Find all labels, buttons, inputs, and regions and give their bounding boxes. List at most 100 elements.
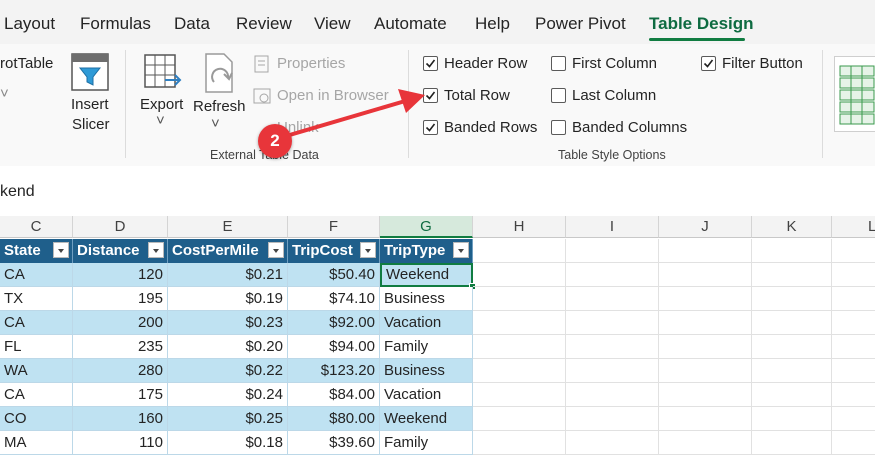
table-styles-gallery[interactable] [834, 56, 875, 132]
grid-cell[interactable] [566, 407, 659, 431]
grid-cell[interactable] [473, 359, 566, 383]
table-cell[interactable]: $0.25 [168, 407, 288, 431]
column-header-k[interactable]: K [752, 216, 832, 238]
column-header-l[interactable]: L [832, 216, 875, 238]
grid-cell[interactable] [832, 407, 875, 431]
table-cell[interactable]: $84.00 [288, 383, 380, 407]
banded-columns-label[interactable]: Banded Columns [572, 119, 687, 136]
table-cell[interactable]: Family [380, 431, 473, 455]
table-cell[interactable]: 195 [73, 287, 168, 311]
grid-cell[interactable] [752, 311, 832, 335]
grid-cell[interactable] [659, 311, 752, 335]
table-header-costpermile[interactable]: CostPerMile [168, 239, 288, 263]
table-cell[interactable]: 235 [73, 335, 168, 359]
table-cell[interactable]: Weekend [380, 407, 473, 431]
grid-cell[interactable] [473, 311, 566, 335]
tab-view[interactable]: View [314, 14, 351, 34]
grid-cell[interactable] [659, 239, 752, 263]
table-cell[interactable]: $0.19 [168, 287, 288, 311]
column-header-i[interactable]: I [566, 216, 659, 238]
filter-button-label[interactable]: Filter Button [722, 55, 803, 72]
grid-cell[interactable] [832, 335, 875, 359]
table-cell[interactable]: 200 [73, 311, 168, 335]
grid-cell[interactable] [566, 287, 659, 311]
table-cell[interactable]: $0.20 [168, 335, 288, 359]
tab-data[interactable]: Data [174, 14, 210, 34]
column-header-d[interactable]: D [73, 216, 168, 238]
table-cell[interactable]: Business [380, 287, 473, 311]
table-cell[interactable]: TX [0, 287, 73, 311]
tab-help[interactable]: Help [475, 14, 510, 34]
header-row-label[interactable]: Header Row [444, 55, 527, 72]
grid-cell[interactable] [566, 431, 659, 455]
table-cell[interactable]: FL [0, 335, 73, 359]
refresh-label[interactable]: Refresh [193, 98, 246, 115]
table-cell[interactable]: 120 [73, 263, 168, 287]
grid-cell[interactable] [473, 287, 566, 311]
first-column-checkbox[interactable] [551, 56, 566, 71]
grid-cell[interactable] [832, 263, 875, 287]
grid-cell[interactable] [752, 335, 832, 359]
grid-cell[interactable] [659, 335, 752, 359]
grid-cell[interactable] [473, 407, 566, 431]
column-header-h[interactable]: H [473, 216, 566, 238]
grid-cell[interactable] [473, 239, 566, 263]
refresh-chevron-icon[interactable]: ˅ [211, 115, 220, 132]
grid-cell[interactable] [659, 383, 752, 407]
column-header-g[interactable]: G [380, 216, 473, 238]
grid-cell[interactable] [566, 359, 659, 383]
formula-bar-value[interactable]: kend [0, 183, 35, 201]
table-cell[interactable]: CO [0, 407, 73, 431]
table-cell[interactable]: 110 [73, 431, 168, 455]
grid-cell[interactable] [566, 335, 659, 359]
table-header-tripcost[interactable]: TripCost [288, 239, 380, 263]
filter-dropdown-icon[interactable] [53, 242, 69, 258]
table-cell[interactable]: $94.00 [288, 335, 380, 359]
filter-dropdown-icon[interactable] [268, 242, 284, 258]
export-label[interactable]: Export [140, 96, 183, 113]
table-header-distance[interactable]: Distance [73, 239, 168, 263]
banded-rows-label[interactable]: Banded Rows [444, 119, 537, 136]
filter-dropdown-icon[interactable] [453, 242, 469, 258]
grid-cell[interactable] [566, 239, 659, 263]
tab-power-pivot[interactable]: Power Pivot [535, 14, 626, 34]
filter-button-checkbox[interactable] [701, 56, 716, 71]
tab-table-design[interactable]: Table Design [649, 14, 754, 34]
table-cell[interactable]: $0.23 [168, 311, 288, 335]
column-header-c[interactable]: C [0, 216, 73, 238]
grid-cell[interactable] [832, 239, 875, 263]
export-icon[interactable] [143, 52, 183, 92]
grid-cell[interactable] [473, 383, 566, 407]
tab-layout[interactable]: Layout [4, 14, 55, 34]
grid-cell[interactable] [752, 263, 832, 287]
tab-formulas[interactable]: Formulas [80, 14, 151, 34]
last-column-label[interactable]: Last Column [572, 87, 656, 104]
grid-cell[interactable] [659, 287, 752, 311]
grid-cell[interactable] [566, 311, 659, 335]
table-cell[interactable]: $0.24 [168, 383, 288, 407]
column-header-f[interactable]: F [288, 216, 380, 238]
formula-bar[interactable]: kend [0, 166, 875, 217]
filter-dropdown-icon[interactable] [148, 242, 164, 258]
grid-cell[interactable] [473, 335, 566, 359]
table-cell[interactable]: CA [0, 311, 73, 335]
insert-slicer-label-1[interactable]: Insert [71, 96, 109, 113]
grid-cell[interactable] [752, 359, 832, 383]
grid-cell[interactable] [832, 311, 875, 335]
banded-columns-checkbox[interactable] [551, 120, 566, 135]
filter-dropdown-icon[interactable] [360, 242, 376, 258]
table-cell[interactable]: $50.40 [288, 263, 380, 287]
tab-review[interactable]: Review [236, 14, 292, 34]
table-header-triptype[interactable]: TripType [380, 239, 473, 263]
grid-cell[interactable] [832, 431, 875, 455]
grid-cell[interactable] [659, 263, 752, 287]
grid-cell[interactable] [832, 287, 875, 311]
grid-cell[interactable] [752, 431, 832, 455]
table-cell[interactable]: $0.18 [168, 431, 288, 455]
table-cell[interactable]: Family [380, 335, 473, 359]
table-cell[interactable]: 160 [73, 407, 168, 431]
grid-cell[interactable] [752, 383, 832, 407]
first-column-label[interactable]: First Column [572, 55, 657, 72]
grid-cell[interactable] [752, 407, 832, 431]
header-row-checkbox[interactable] [423, 56, 438, 71]
